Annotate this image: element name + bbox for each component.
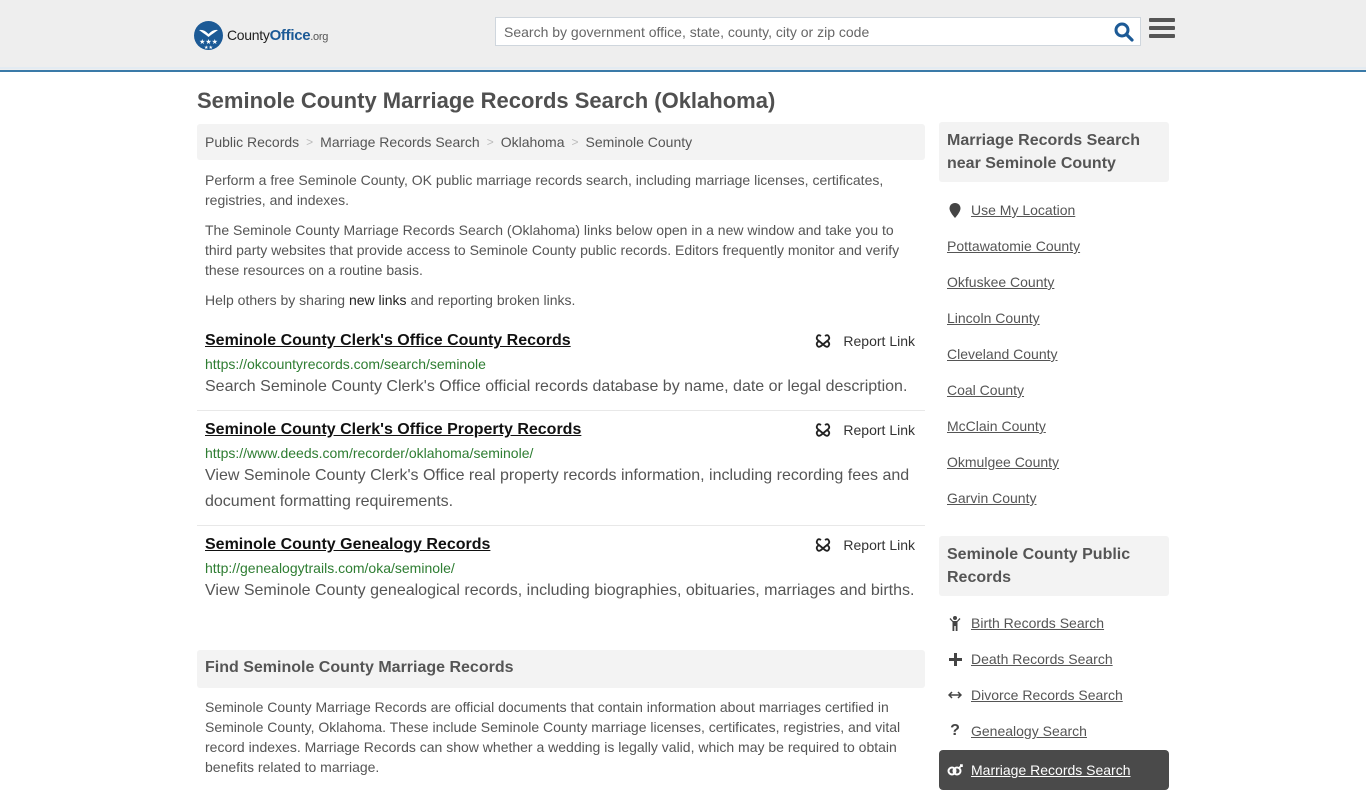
broken-link-icon	[816, 334, 831, 348]
public-record-item: Death Records Search	[947, 641, 1169, 677]
nearby-county-item: McClain County	[947, 408, 1169, 444]
nearby-county-link[interactable]: Cleveland County	[947, 346, 1058, 362]
intro-text: Perform a free Seminole County, OK publi…	[205, 170, 920, 320]
divorce-records-search-link[interactable]: Divorce Records Search	[971, 687, 1123, 703]
cross-icon	[947, 652, 963, 666]
use-my-location-item: Use My Location	[947, 192, 1169, 228]
record-link-description: View Seminole County Clerk's Office real…	[205, 467, 910, 510]
breadcrumb: Public Records > Marriage Records Search…	[197, 124, 925, 160]
arrows-horizontal-icon	[947, 690, 963, 700]
breadcrumb-public-records[interactable]: Public Records	[205, 134, 299, 150]
nearby-county-item: Pottawatomie County	[947, 228, 1169, 264]
intro-paragraph: Perform a free Seminole County, OK publi…	[205, 172, 884, 208]
report-link-button[interactable]: Report Link	[815, 422, 915, 438]
child-icon	[947, 615, 963, 631]
breadcrumb-separator: >	[571, 135, 579, 149]
nearby-county-item: Garvin County	[947, 480, 1169, 516]
site-search	[495, 17, 1141, 46]
record-link-description: Search Seminole County Clerk's Office of…	[205, 378, 908, 395]
nearby-county-item: Okfuskee County	[947, 264, 1169, 300]
breadcrumb-separator: >	[486, 135, 494, 149]
search-input[interactable]	[496, 18, 1106, 45]
nearby-county-item: Cleveland County	[947, 336, 1169, 372]
logo-wordmark: CountyOffice.org	[227, 26, 329, 44]
page-title: Seminole County Marriage Records Search …	[197, 88, 776, 113]
record-link-description: View Seminole County genealogical record…	[205, 582, 915, 599]
svg-text:★★: ★★	[204, 45, 213, 50]
question-icon: ?	[950, 722, 960, 739]
find-records-heading: Find Seminole County Marriage Records	[197, 650, 925, 688]
nearby-county-link[interactable]: Okmulgee County	[947, 454, 1059, 470]
public-record-item: Birth Records Search	[947, 605, 1169, 641]
nearby-county-link[interactable]: Garvin County	[947, 490, 1036, 506]
public-record-item: ? Genealogy Search	[947, 713, 1169, 749]
public-record-item: Divorce Records Search	[947, 677, 1169, 713]
report-link-button[interactable]: Report Link	[815, 333, 915, 349]
public-records-list: Birth Records Search Death Records Searc…	[947, 605, 1169, 749]
broken-link-icon	[816, 423, 831, 437]
search-icon[interactable]	[1114, 22, 1134, 42]
birth-records-search-link[interactable]: Birth Records Search	[971, 615, 1104, 631]
intro-paragraph: The Seminole County Marriage Records Sea…	[205, 222, 900, 278]
record-link-title[interactable]: Seminole County Clerk's Office County Re…	[205, 330, 571, 352]
report-link-button[interactable]: Report Link	[815, 537, 915, 553]
record-link-item: Seminole County Genealogy Records Report…	[197, 526, 925, 614]
nearby-county-item: Coal County	[947, 372, 1169, 408]
record-link-title[interactable]: Seminole County Genealogy Records	[205, 534, 490, 556]
breadcrumb-marriage-records-search[interactable]: Marriage Records Search	[320, 134, 480, 150]
nearby-county-link[interactable]: Okfuskee County	[947, 274, 1054, 290]
share-links-paragraph: Help others by sharing new links and rep…	[205, 292, 576, 308]
nearby-county-link[interactable]: Coal County	[947, 382, 1024, 398]
genealogy-search-link[interactable]: Genealogy Search	[971, 723, 1087, 739]
hamburger-menu-icon[interactable]	[1149, 18, 1175, 42]
nearby-county-link[interactable]: Pottawatomie County	[947, 238, 1080, 254]
site-logo[interactable]: ★★★ ★★ CountyOffice.org	[194, 20, 328, 50]
record-link-item: Seminole County Clerk's Office Property …	[197, 411, 925, 526]
broken-link-icon	[816, 538, 831, 552]
record-link-item: Seminole County Clerk's Office County Re…	[197, 322, 925, 411]
marriage-records-search-active-item[interactable]: Marriage Records Search	[939, 750, 1169, 790]
nearby-county-link[interactable]: Lincoln County	[947, 310, 1040, 326]
nearby-county-list: Use My Location Pottawatomie County Okfu…	[947, 192, 1169, 516]
public-records-heading: Seminole County Public Records	[939, 536, 1169, 596]
record-link-title[interactable]: Seminole County Clerk's Office Property …	[205, 419, 581, 441]
record-link-url: http://genealogytrails.com/oka/seminole/	[205, 560, 455, 576]
site-header: ★★★ ★★ CountyOffice.org	[0, 0, 1366, 72]
marriage-records-search-link[interactable]: Marriage Records Search	[971, 762, 1131, 778]
nearby-county-item: Lincoln County	[947, 300, 1169, 336]
new-links-link[interactable]: new links	[349, 292, 407, 308]
find-records-body: Seminole County Marriage Records are off…	[205, 699, 901, 775]
nearby-heading: Marriage Records Search near Seminole Co…	[939, 122, 1169, 182]
marriage-symbol-icon	[947, 763, 963, 777]
record-link-url: https://www.deeds.com/recorder/oklahoma/…	[205, 445, 534, 461]
use-my-location-link[interactable]: Use My Location	[971, 202, 1075, 218]
breadcrumb-seminole-county[interactable]: Seminole County	[586, 134, 693, 150]
record-links-list: Seminole County Clerk's Office County Re…	[197, 322, 925, 614]
nearby-county-item: Okmulgee County	[947, 444, 1169, 480]
map-marker-icon	[947, 202, 963, 218]
eagle-stars-logo-icon: ★★★ ★★	[194, 20, 223, 50]
record-link-url: https://okcountyrecords.com/search/semin…	[205, 356, 486, 372]
breadcrumb-separator: >	[306, 135, 314, 149]
breadcrumb-oklahoma[interactable]: Oklahoma	[501, 134, 565, 150]
nearby-county-link[interactable]: McClain County	[947, 418, 1046, 434]
death-records-search-link[interactable]: Death Records Search	[971, 651, 1113, 667]
